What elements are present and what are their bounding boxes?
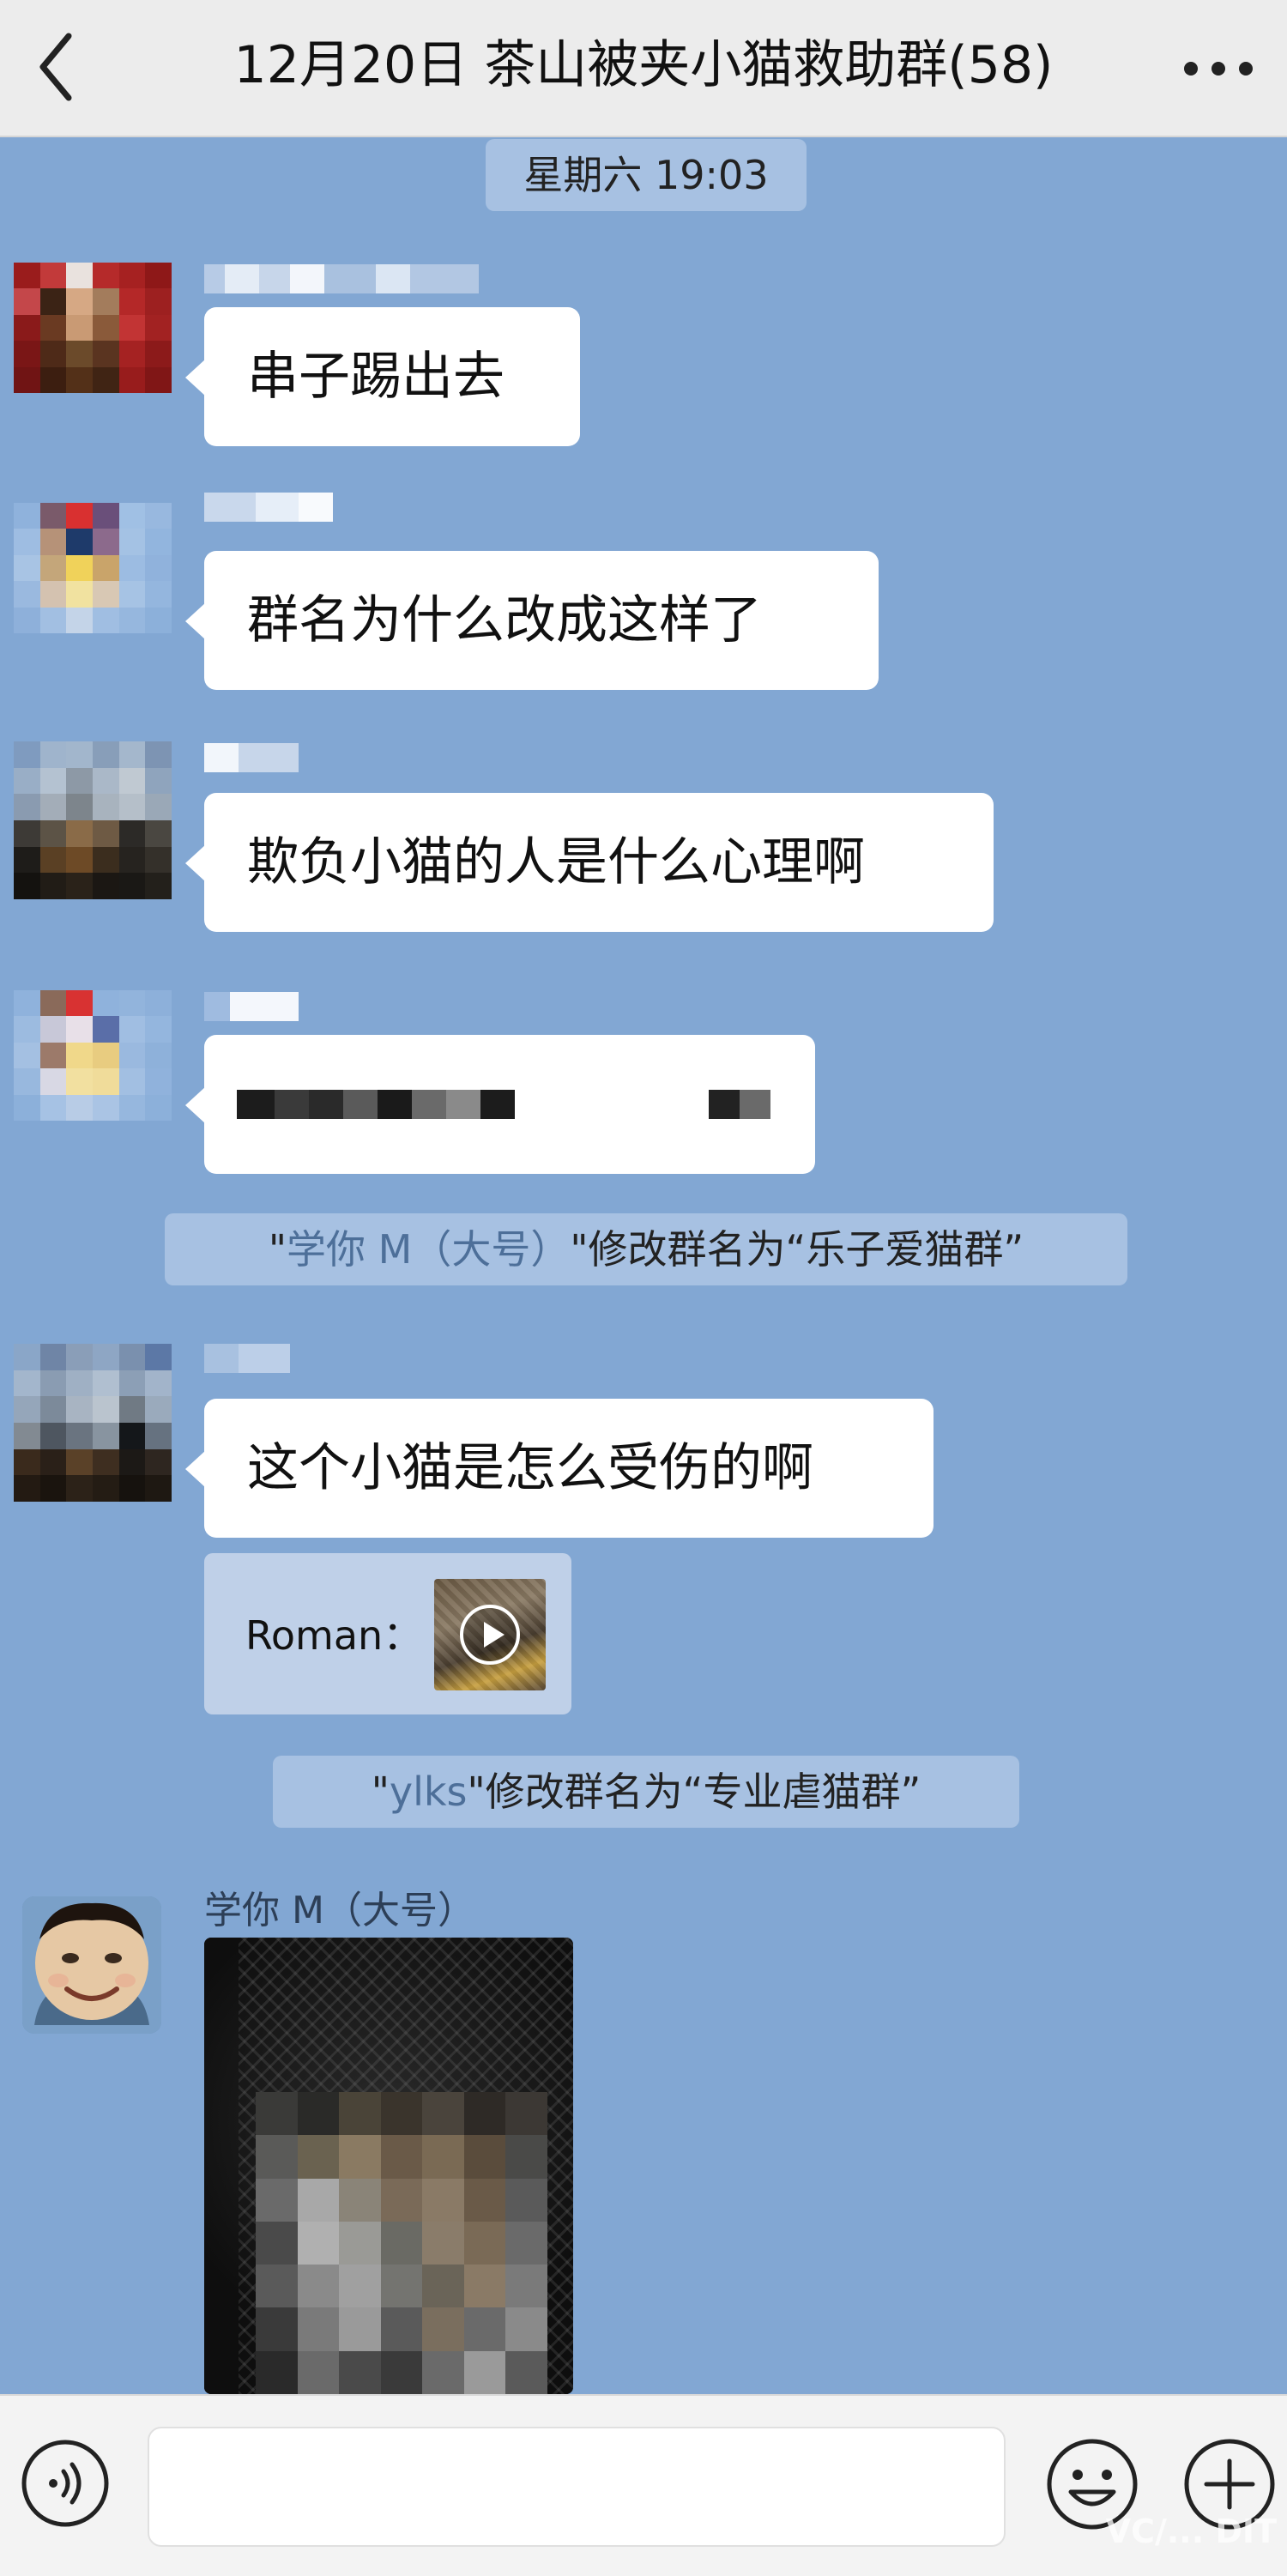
message-bubble[interactable]: 串子踢出去: [185, 307, 580, 446]
sender-name-redacted: [204, 1344, 290, 1373]
more-dots-icon: [1184, 62, 1253, 76]
sender-name-redacted: [204, 992, 299, 1021]
sender-name-redacted: [204, 743, 299, 772]
avatar[interactable]: [14, 263, 172, 393]
redacted-text: [237, 1090, 529, 1119]
avatar[interactable]: [14, 503, 172, 633]
time-divider: 星期六 19:03: [486, 139, 807, 211]
back-button[interactable]: [26, 24, 94, 110]
chat-messages[interactable]: 星期六 19:03 串子踢出去 群名为什么改成这样了 欺负小猫的人是什么心理啊 …: [0, 136, 1287, 2394]
redacted-text: [709, 1090, 770, 1119]
voice-icon: [21, 2440, 109, 2527]
watermark: VC/... DIT: [1105, 2513, 1277, 2550]
message-bubble[interactable]: 欺负小猫的人是什么心理啊: [185, 793, 994, 932]
group-rename-notice: "ylks"修改群名为“专业虐猫群”: [273, 1756, 1019, 1828]
notice-actor-link[interactable]: ylks: [390, 1769, 468, 1815]
photo-message[interactable]: [204, 1938, 573, 2394]
voice-button[interactable]: [21, 2439, 110, 2528]
play-icon: [460, 1605, 520, 1665]
sender-name-redacted: [204, 264, 513, 293]
quote-sender-label: Roman：: [245, 1612, 423, 1659]
group-rename-notice: "学你 M（大号）"修改群名为“乐子爱猫群”: [165, 1213, 1127, 1285]
avatar[interactable]: [22, 1896, 161, 2034]
sender-name-redacted: [204, 493, 333, 522]
quoted-reply[interactable]: Roman：: [204, 1553, 571, 1714]
notice-actor-link[interactable]: 学你 M（大号）: [287, 1226, 570, 1273]
chevron-left-icon: [39, 33, 72, 101]
chat-header: 12月20日 茶山被夹小猫救助群(58): [0, 0, 1287, 137]
video-thumbnail[interactable]: [434, 1579, 546, 1690]
input-bar: VC/... DIT: [0, 2394, 1287, 2576]
group-title: 12月20日 茶山被夹小猫救助群(58): [233, 35, 1054, 95]
message-bubble[interactable]: 这个小猫是怎么受伤的啊: [185, 1399, 934, 1538]
avatar[interactable]: [14, 741, 172, 899]
more-button[interactable]: [1175, 43, 1261, 94]
photo-sender-name: 学你 M（大号）: [204, 1889, 475, 1932]
avatar[interactable]: [14, 1344, 172, 1502]
avatar[interactable]: [14, 990, 172, 1121]
message-bubble[interactable]: 群名为什么改成这样了: [185, 551, 879, 690]
message-input[interactable]: [148, 2427, 1006, 2547]
pixelated-cat-image: [256, 2092, 547, 2394]
face-avatar-icon: [22, 1896, 161, 2034]
